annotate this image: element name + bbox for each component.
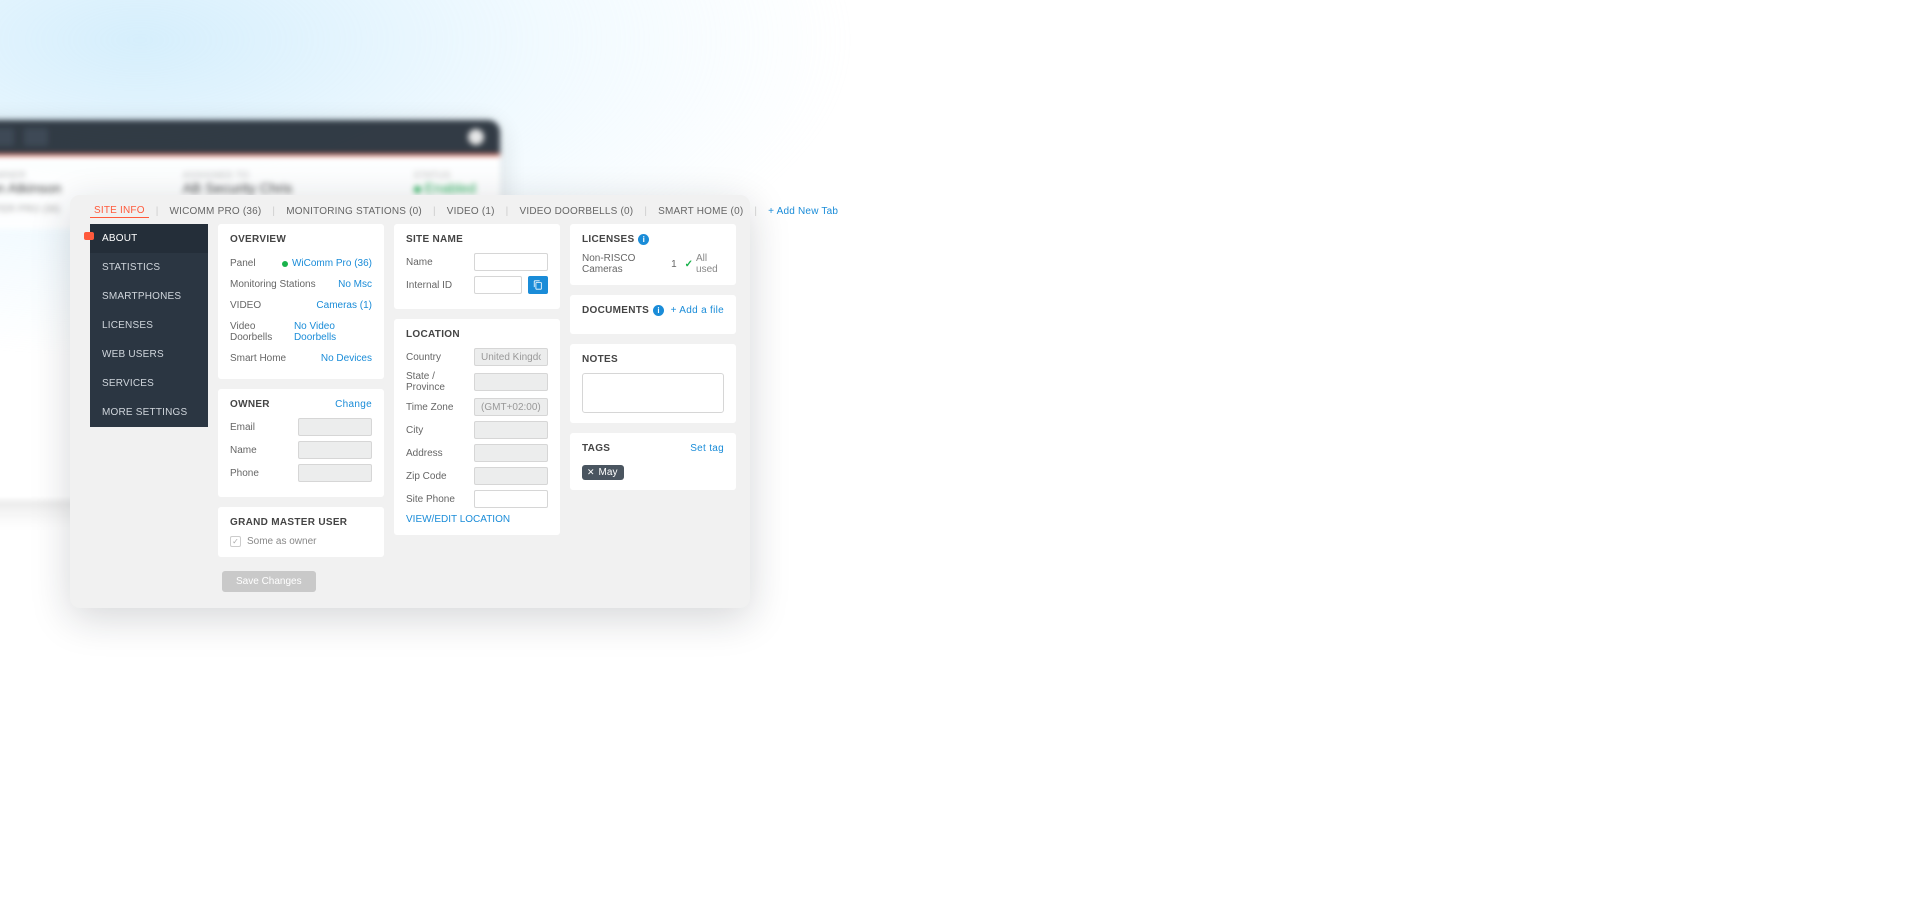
location-phone-label: Site Phone — [406, 494, 468, 505]
location-card: LOCATION Country United Kingdo… State / P… — [394, 319, 560, 535]
overview-mon-v[interactable]: No Msc — [338, 279, 372, 290]
grandmaster-title: GRAND MASTER USER — [230, 517, 372, 528]
copy-icon — [533, 280, 543, 290]
location-state-label: State / Province — [406, 371, 468, 393]
owner-card: OWNER Change Email Name Phone — [218, 389, 384, 497]
licenses-card: LICENSES i Non-RISCO Cameras 1 ✓All used — [570, 224, 736, 285]
sitename-name-label: Name — [406, 257, 468, 268]
tags-title: TAGS — [582, 443, 610, 454]
tab-wicomm-pro[interactable]: WICOMM PRO (36) — [166, 206, 266, 217]
overview-smart-k: Smart Home — [230, 353, 286, 364]
info-icon[interactable]: i — [638, 234, 649, 245]
bg-status-label: STATUS — [414, 170, 476, 180]
notes-title: NOTES — [582, 354, 724, 365]
sidebar-item-smartphones[interactable]: SMARTPHONES — [90, 282, 208, 311]
location-country-select[interactable]: United Kingdo… — [474, 348, 548, 366]
tag-chip[interactable]: ✕ May — [582, 465, 624, 480]
bg-assigned-to: AB Security Chris — [183, 180, 293, 196]
owner-title: OWNER — [230, 399, 270, 410]
location-addr-input[interactable] — [474, 444, 548, 462]
licenses-row-count: 1 — [671, 259, 677, 270]
sitename-name-input[interactable] — [474, 253, 548, 271]
sidebar-item-web-users[interactable]: WEB USERS — [90, 340, 208, 369]
sitename-title: SITE NAME — [406, 234, 548, 245]
notes-card: NOTES — [570, 344, 736, 423]
set-tag-link[interactable]: Set tag — [690, 443, 724, 454]
location-state-input[interactable] — [474, 373, 548, 391]
location-city-input[interactable] — [474, 421, 548, 439]
licenses-row-status: All used — [696, 253, 724, 275]
sidebar-item-more-settings[interactable]: MORE SETTINGS — [90, 398, 208, 427]
overview-smart-v[interactable]: No Devices — [321, 353, 372, 364]
overview-card: OVERVIEW Panel WiComm Pro (36) Monitoring… — [218, 224, 384, 379]
overview-door-v[interactable]: No Video Doorbells — [294, 321, 372, 343]
bg-site-owner-label: SITE OWNER — [0, 170, 61, 180]
sidebar-item-statistics[interactable]: STATISTICS — [90, 253, 208, 282]
overview-door-k: Video Doorbells — [230, 321, 294, 343]
location-zip-input[interactable] — [474, 467, 548, 485]
sidebar: ABOUT STATISTICS SMARTPHONES LICENSES WE… — [90, 224, 208, 427]
overview-video-v[interactable]: Cameras (1) — [316, 300, 372, 311]
tag-chip-label: May — [599, 467, 618, 478]
tab-smart-home[interactable]: SMART HOME (0) — [654, 206, 747, 217]
owner-name-input[interactable] — [298, 441, 372, 459]
location-phone-input[interactable] — [474, 490, 548, 508]
save-changes-button[interactable]: Save Changes — [222, 571, 316, 592]
grandmaster-card: GRAND MASTER USER ✓ Some as owner — [218, 507, 384, 557]
licenses-row-label: Non-RISCO Cameras — [582, 253, 663, 275]
tab-site-info[interactable]: SITE INFO — [90, 205, 149, 218]
documents-card: DOCUMENTS i + Add a file — [570, 295, 736, 334]
owner-change-link[interactable]: Change — [335, 399, 372, 410]
location-country-label: Country — [406, 352, 468, 363]
add-file-link[interactable]: + Add a file — [671, 305, 724, 316]
overview-video-k: VIDEO — [230, 300, 261, 311]
notes-textarea[interactable] — [582, 373, 724, 413]
location-tz-label: Time Zone — [406, 402, 468, 413]
licenses-title: LICENSES — [582, 234, 634, 245]
overview-title: OVERVIEW — [230, 234, 372, 245]
info-icon[interactable]: i — [653, 305, 664, 316]
bg-status: Enabled — [425, 180, 476, 196]
sidebar-item-about[interactable]: ABOUT — [90, 224, 208, 253]
owner-email-input[interactable] — [298, 418, 372, 436]
sitename-id-input[interactable] — [474, 276, 522, 294]
tab-monitoring-stations[interactable]: MONITORING STATIONS (0) — [282, 206, 426, 217]
location-tz-select[interactable]: (GMT+02:00) … — [474, 398, 548, 416]
owner-name-label: Name — [230, 445, 292, 456]
owner-phone-label: Phone — [230, 468, 292, 479]
check-icon: ✓ — [685, 259, 693, 270]
view-edit-location-link[interactable]: VIEW/EDIT LOCATION — [406, 514, 548, 525]
close-icon[interactable]: ✕ — [587, 467, 595, 478]
tags-card: TAGS Set tag ✕ May — [570, 433, 736, 490]
tab-video-doorbells[interactable]: VIDEO DOORBELLS (0) — [515, 206, 637, 217]
tab-add-new[interactable]: + Add New Tab — [764, 206, 842, 217]
location-title: LOCATION — [406, 329, 548, 340]
location-city-label: City — [406, 425, 468, 436]
grandmaster-checkbox[interactable]: ✓ — [230, 536, 241, 547]
sidebar-item-services[interactable]: SERVICES — [90, 369, 208, 398]
overview-panel-v[interactable]: WiComm Pro (36) — [282, 258, 372, 269]
dashboard: SITE INFO | WICOMM PRO (36) | MONITORING… — [70, 195, 750, 608]
overview-panel-k: Panel — [230, 258, 256, 269]
sitename-card: SITE NAME Name Internal ID — [394, 224, 560, 309]
owner-email-label: Email — [230, 422, 292, 433]
bg-assigned-to-label: ASSIGNED TO — [183, 170, 293, 180]
location-zip-label: Zip Code — [406, 471, 468, 482]
documents-title: DOCUMENTS — [582, 305, 649, 316]
tab-video[interactable]: VIDEO (1) — [443, 206, 499, 217]
location-addr-label: Address — [406, 448, 468, 459]
overview-mon-k: Monitoring Stations — [230, 279, 316, 290]
copy-id-button[interactable] — [528, 276, 548, 294]
grandmaster-same-label: Some as owner — [247, 536, 316, 547]
owner-phone-input[interactable] — [298, 464, 372, 482]
sidebar-item-licenses[interactable]: LICENSES — [90, 311, 208, 340]
sitename-id-label: Internal ID — [406, 280, 468, 291]
tabs-row: SITE INFO | WICOMM PRO (36) | MONITORING… — [70, 195, 750, 224]
bg-site-owner: Shaun Atkinson — [0, 180, 61, 196]
